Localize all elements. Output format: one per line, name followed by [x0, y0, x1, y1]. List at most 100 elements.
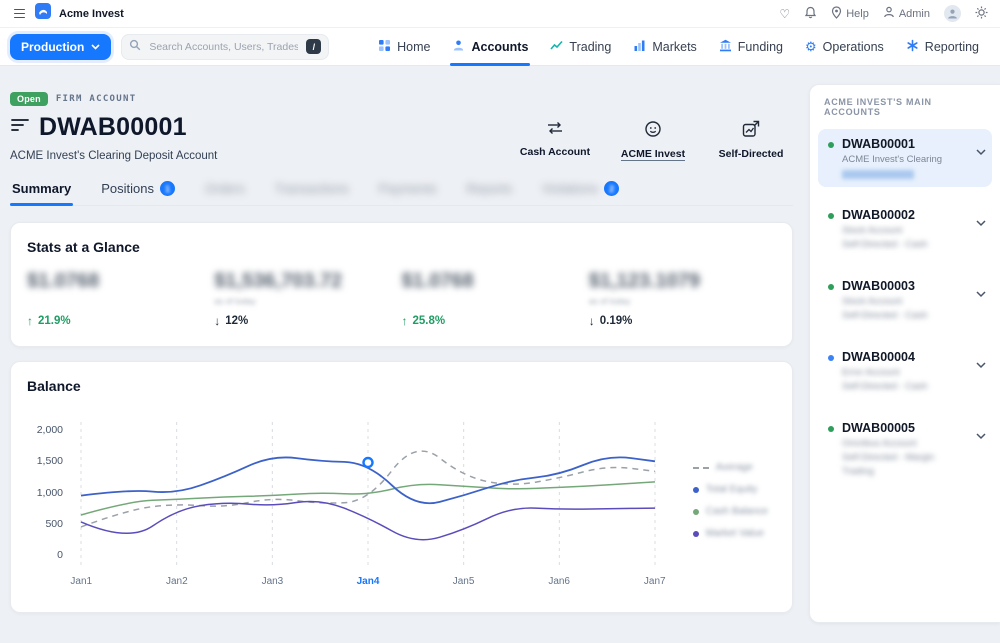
search-input[interactable]: [147, 39, 301, 54]
home-icon: [378, 39, 391, 55]
sidebar-account-dwab00001[interactable]: DWAB00001 ACME Invest's Clearing: [818, 129, 992, 187]
stat-item: $1,536,703.72 as of today ↓ 12%: [214, 270, 401, 328]
tab-positions[interactable]: Positions 1: [99, 175, 177, 205]
sidebar-account-dwab00002[interactable]: DWAB00002 Stock Account Self-Directed - …: [818, 200, 992, 258]
tab-summary[interactable]: Summary: [10, 175, 74, 206]
heart-icon[interactable]: ♡: [779, 8, 790, 20]
primary-nav: Home Accounts Trading Markets Funding ⚙ …: [367, 28, 990, 66]
legend-item[interactable]: Total Equity: [692, 484, 768, 495]
stat-value: $1,123.1079: [588, 270, 700, 292]
stat-sub: [27, 296, 204, 308]
nav-item-funding[interactable]: Funding: [708, 28, 794, 65]
status-dot: [828, 284, 834, 290]
gear-icon: ⚙: [804, 39, 817, 54]
nav-item-trading[interactable]: Trading: [539, 28, 622, 65]
chevron-down-icon[interactable]: [976, 285, 986, 303]
stats-card: Stats at a Glance $1.0768 ↑ 21.9% $1,536,…: [10, 222, 793, 347]
environment-selector[interactable]: Production: [10, 33, 112, 60]
tab-orders[interactable]: Orders: [203, 175, 247, 205]
chevron-down-icon[interactable]: [976, 356, 986, 374]
help-link[interactable]: Help: [831, 5, 869, 22]
account-tabs: Summary Positions 1 Orders Transactions …: [10, 175, 793, 206]
avatar[interactable]: [944, 5, 961, 22]
y-axis: 2,000 1,500 1,000 500 0: [36, 424, 63, 561]
legend-item[interactable]: Cash Balance: [692, 506, 768, 517]
brand-name: Acme Invest: [59, 7, 124, 20]
action-label: ACME Invest: [620, 148, 686, 161]
status-dot: [828, 426, 834, 432]
menu-icon[interactable]: [12, 7, 27, 21]
acme-invest-action[interactable]: ACME Invest: [615, 120, 691, 161]
admin-link[interactable]: Admin: [883, 6, 930, 21]
nav-item-accounts[interactable]: Accounts: [441, 28, 539, 66]
stat-change: ↓ 0.19%: [588, 314, 633, 328]
tab-reports[interactable]: Reports: [464, 175, 514, 205]
stat-item: $1.0768 ↑ 21.9%: [27, 270, 214, 328]
person-icon: [883, 6, 895, 21]
tab-transactions[interactable]: Transactions: [273, 175, 351, 205]
positions-count-badge: 1: [160, 181, 175, 196]
nav-label: Operations: [822, 39, 884, 54]
status-dot: [828, 213, 834, 219]
accounts-icon: [452, 39, 465, 55]
nav-item-reporting[interactable]: Reporting: [895, 28, 990, 65]
account-flag-icon: [10, 117, 30, 138]
stat-change: ↑ 21.9%: [27, 314, 71, 328]
x-axis: Jan1 Jan2 Jan3 Jan4 Jan5 Jan6 Jan7: [70, 576, 666, 587]
chevron-down-icon[interactable]: [976, 143, 986, 161]
funding-icon: [719, 39, 732, 55]
plot-area[interactable]: [73, 420, 663, 570]
nav-item-home[interactable]: Home: [367, 28, 441, 65]
trend-arrow-icon: ↑: [27, 314, 33, 328]
tab-payments[interactable]: Payments: [377, 175, 439, 205]
sidebar-account-dwab00003[interactable]: DWAB00003 Stock Account Self-Directed - …: [818, 271, 992, 329]
tab-violations[interactable]: Violations 2: [540, 175, 621, 205]
chevron-down-icon[interactable]: [976, 214, 986, 232]
sidebar-account-dwab00004[interactable]: DWAB00004 Error Account Self-Directed - …: [818, 342, 992, 400]
account-type-label: FIRM ACCOUNT: [55, 94, 137, 104]
markets-icon: [633, 39, 646, 55]
stat-item: $1,123.1079 as of today ↓ 0.19%: [589, 270, 776, 328]
theme-sun-icon[interactable]: [975, 6, 988, 22]
admin-label: Admin: [898, 7, 930, 20]
trading-icon: [550, 39, 564, 55]
chart-legend: Average Total Equity Cash Balance Market…: [692, 462, 768, 539]
legend-item[interactable]: Market Value: [692, 528, 768, 539]
account-header: Open FIRM ACCOUNT DWAB00001 ACME Invest'…: [10, 92, 793, 162]
stats-title: Stats at a Glance: [27, 239, 140, 255]
sidebar-account-dwab00005[interactable]: DWAB00005 Omnibus Account Self-Directed …: [818, 413, 992, 485]
nav-item-operations[interactable]: ⚙ Operations: [794, 28, 895, 65]
main-content: Open FIRM ACCOUNT DWAB00001 ACME Invest'…: [0, 66, 801, 643]
global-search[interactable]: /: [121, 33, 330, 60]
pin-icon: [831, 5, 842, 22]
cash-account-action[interactable]: Cash Account: [517, 120, 593, 161]
bell-icon[interactable]: [804, 6, 817, 22]
stat-sub: as of today: [214, 296, 256, 306]
active-x-tick: Jan4: [356, 576, 380, 587]
trend-arrow-icon: ↑: [401, 314, 408, 328]
stat-item: $1.0768 ↑ 25.8%: [402, 270, 589, 328]
chevron-down-icon: [91, 43, 100, 50]
help-label: Help: [846, 7, 869, 20]
self-directed-action[interactable]: Self-Directed: [713, 120, 789, 161]
violations-count-badge: 2: [604, 181, 620, 196]
sidebar-title: ACME INVEST'S MAIN ACCOUNTS: [824, 97, 932, 117]
stat-sub: as of today: [588, 296, 631, 306]
nav-bar: Production / Home Accounts Trading Marke…: [0, 28, 1000, 66]
accounts-sidebar: ACME INVEST'S MAIN ACCOUNTS DWAB00001 AC…: [809, 84, 1000, 623]
nav-label: Home: [397, 39, 431, 54]
blurred-detail-chip: [842, 170, 914, 179]
face-icon: [644, 120, 662, 143]
shortcut-key-badge: /: [306, 39, 322, 54]
stat-value: $1,536,703.72: [214, 270, 343, 292]
stat-change: ↓ 12%: [214, 314, 249, 328]
trend-arrow-icon: ↓: [588, 314, 595, 328]
reporting-icon: [906, 39, 919, 55]
nav-item-markets[interactable]: Markets: [622, 28, 707, 65]
brand-logo-icon: [35, 3, 51, 24]
legend-item[interactable]: Average: [692, 462, 768, 473]
stat-change: ↑ 25.8%: [401, 314, 446, 328]
nav-label: Funding: [737, 39, 783, 54]
status-dot: [828, 355, 834, 361]
chevron-down-icon[interactable]: [976, 427, 986, 445]
